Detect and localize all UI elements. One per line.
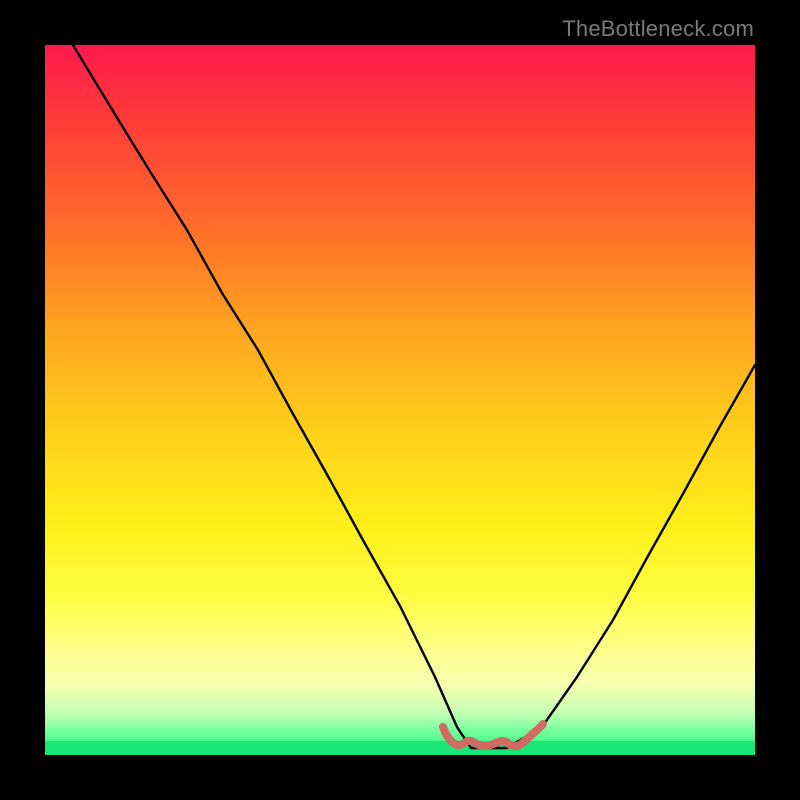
- chart-frame: TheBottleneck.com: [0, 0, 800, 800]
- plot-area: [45, 45, 755, 755]
- bottleneck-curve: [73, 45, 755, 748]
- watermark-label: TheBottleneck.com: [562, 16, 754, 42]
- curve-layer: [45, 45, 755, 755]
